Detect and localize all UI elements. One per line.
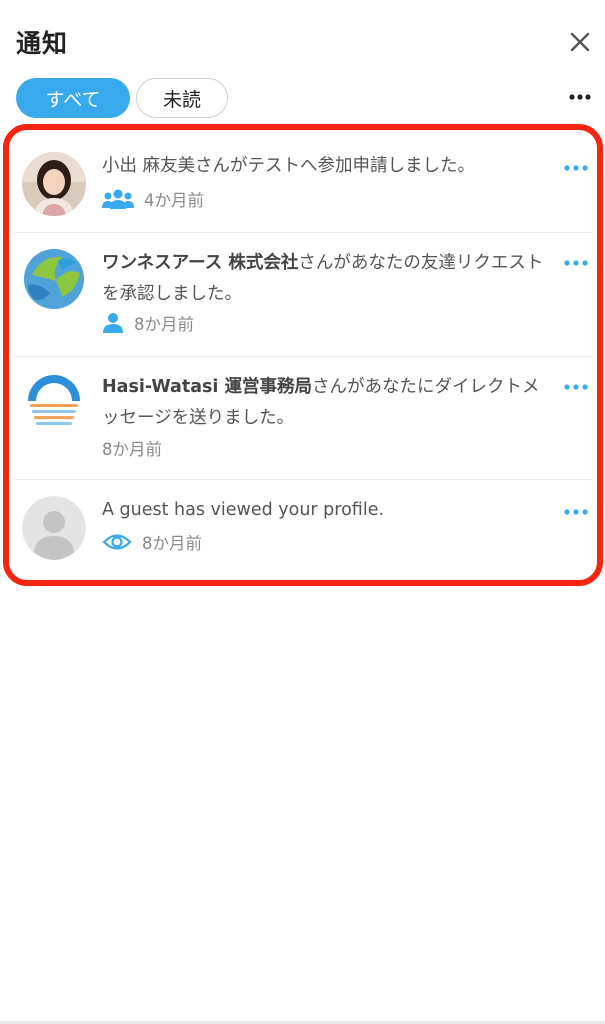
more-horizontal-icon <box>564 384 588 390</box>
item-more-button[interactable] <box>562 253 590 266</box>
tab-all[interactable]: すべて <box>16 78 130 118</box>
notification-item[interactable]: ワンネスアース 株式会社さんがあなたの友達リクエストを承認しました。 8か月前 <box>14 233 592 357</box>
eye-icon <box>102 534 132 550</box>
notification-time: 4か月前 <box>144 191 204 210</box>
notification-time: 8か月前 <box>102 440 162 459</box>
group-icon <box>102 189 134 209</box>
header: 通知 <box>0 0 605 80</box>
more-horizontal-icon <box>564 260 588 266</box>
close-icon <box>570 32 590 52</box>
notification-text: A guest has viewed your profile. <box>102 495 550 526</box>
more-horizontal-icon <box>569 94 591 100</box>
notification-meta: 8か月前 <box>102 311 194 335</box>
notification-meta: 8か月前 <box>102 530 202 554</box>
item-more-button[interactable] <box>562 158 590 171</box>
avatar <box>22 371 86 435</box>
tab-unread[interactable]: 未読 <box>136 78 228 118</box>
notification-list: 小出 麻友美さんがテストへ参加申請しました。 4か月前 ワンネスアース 株式会社… <box>14 136 592 576</box>
avatar <box>22 247 86 311</box>
avatar <box>22 152 86 216</box>
notification-item[interactable]: 小出 麻友美さんがテストへ参加申請しました。 4か月前 <box>14 136 592 233</box>
notification-message: A guest has viewed your profile. <box>102 500 385 520</box>
notification-meta: 8か月前 <box>102 436 162 460</box>
person-icon <box>103 313 123 333</box>
notification-text: ワンネスアース 株式会社さんがあなたの友達リクエストを承認しました。 <box>102 248 550 310</box>
notification-text: Hasi-Watasi 運営事務局さんがあなたにダイレクトメッセージを送りました… <box>102 372 550 434</box>
notification-time: 8か月前 <box>134 315 194 334</box>
page-title: 通知 <box>16 29 69 58</box>
notification-sender: Hasi-Watasi 運営事務局 <box>102 377 313 397</box>
more-horizontal-icon <box>564 165 588 171</box>
notification-item[interactable]: Hasi-Watasi 運営事務局さんがあなたにダイレクトメッセージを送りました… <box>14 357 592 480</box>
notification-message: 小出 麻友美さんがテストへ参加申請しました。 <box>102 156 476 176</box>
close-button[interactable] <box>564 26 596 58</box>
notification-text: 小出 麻友美さんがテストへ参加申請しました。 <box>102 151 550 182</box>
more-horizontal-icon <box>564 509 588 515</box>
item-more-button[interactable] <box>562 502 590 515</box>
notification-item[interactable]: A guest has viewed your profile. 8か月前 <box>14 480 592 576</box>
item-more-button[interactable] <box>562 377 590 390</box>
avatar <box>22 496 86 560</box>
notification-sender: ワンネスアース 株式会社 <box>102 253 299 273</box>
notification-meta: 4か月前 <box>102 187 204 211</box>
divider <box>0 132 605 133</box>
menu-button[interactable] <box>566 88 594 106</box>
notification-time: 8か月前 <box>142 534 202 553</box>
